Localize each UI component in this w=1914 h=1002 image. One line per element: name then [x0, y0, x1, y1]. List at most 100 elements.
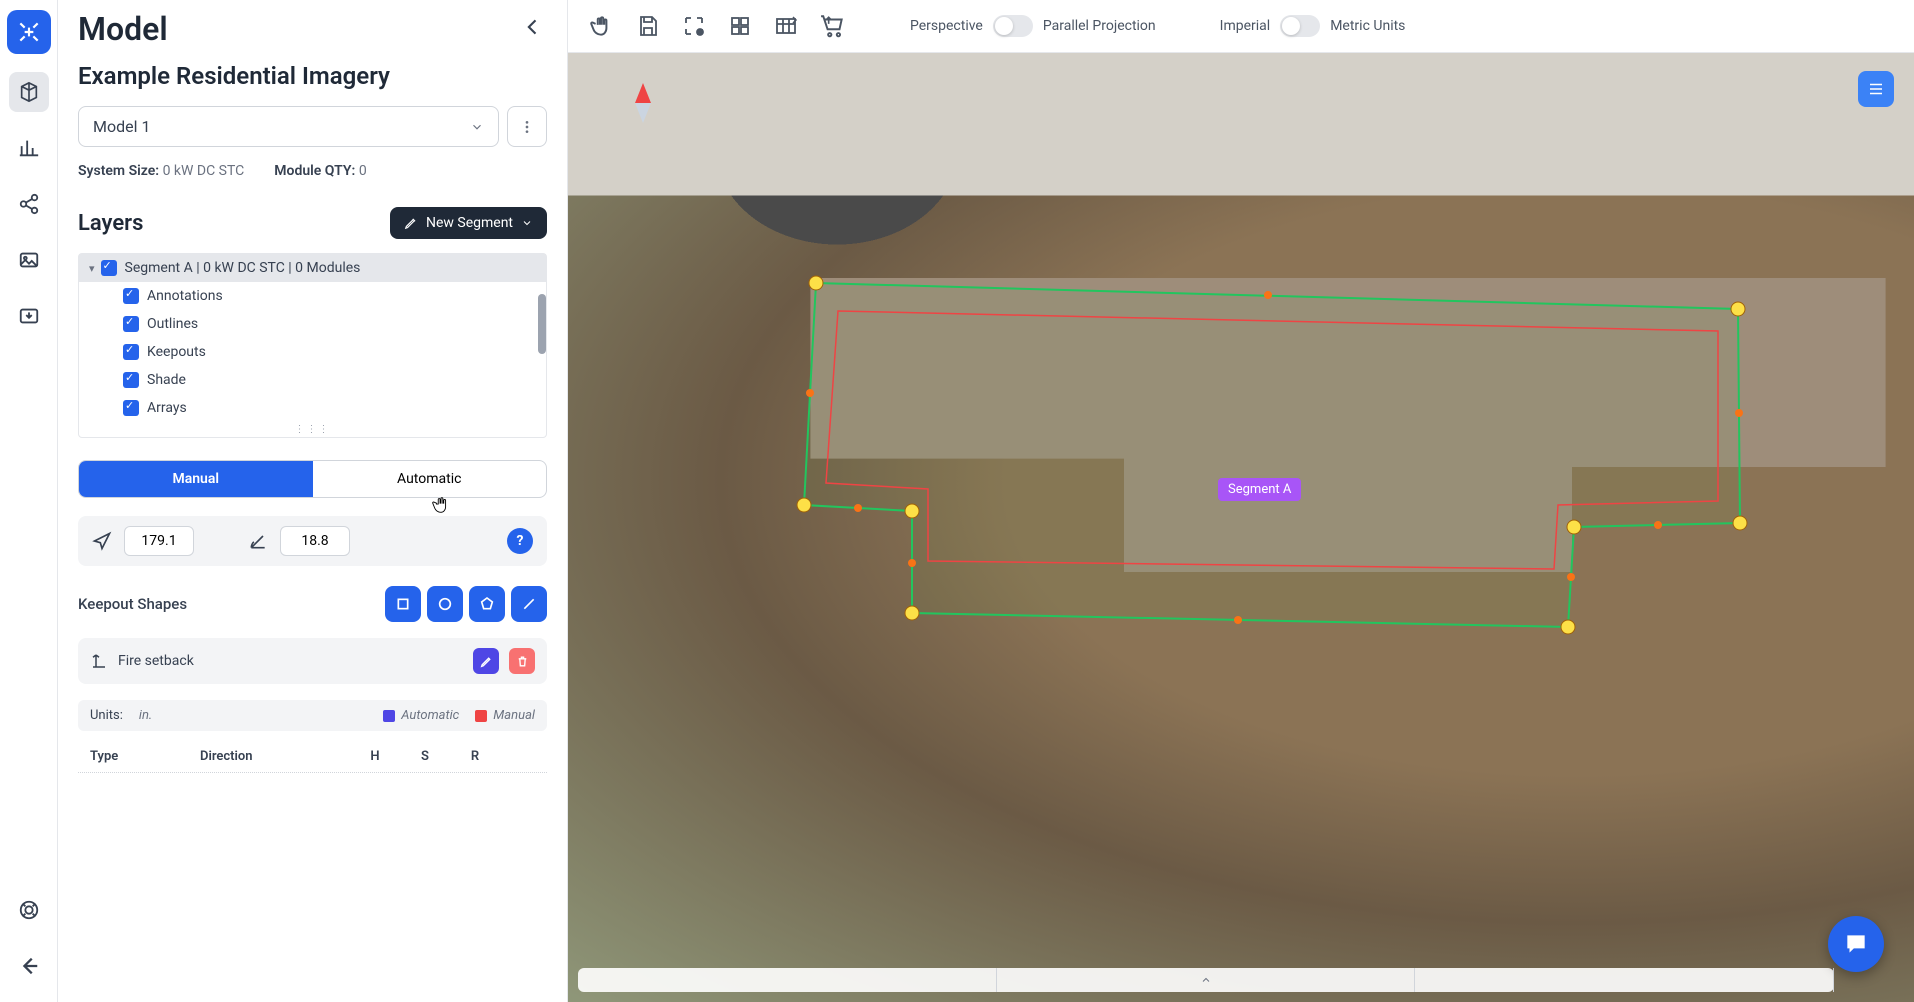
tool-grid-icon[interactable]: [728, 14, 752, 38]
pencil-icon: [404, 216, 418, 230]
shape-rectangle-button[interactable]: [385, 586, 421, 622]
scrollbar[interactable]: [538, 294, 546, 354]
chevron-up-icon: [1200, 974, 1212, 986]
project-name: Example Residential Imagery: [78, 62, 547, 90]
tree-label: Outlines: [147, 316, 198, 332]
shape-polygon-button[interactable]: [469, 586, 505, 622]
setback-icon: [90, 652, 108, 670]
tree-row[interactable]: Annotations: [79, 282, 546, 310]
tool-cart-icon[interactable]: [820, 13, 846, 39]
vertex-handle[interactable]: [905, 606, 919, 620]
new-segment-button[interactable]: New Segment: [390, 207, 547, 239]
app-logo[interactable]: [7, 10, 51, 54]
layers-tree: ▾ Segment A | 0 kW DC STC | 0 Modules An…: [78, 253, 547, 438]
legend-manual-label: Manual: [493, 708, 535, 723]
mode-automatic-tab[interactable]: Automatic: [313, 461, 547, 497]
th-h: H: [350, 749, 400, 764]
projection-toggle[interactable]: [993, 15, 1033, 37]
tree-row[interactable]: Keepouts: [79, 338, 546, 366]
edge-midpoint[interactable]: [908, 559, 916, 567]
viewport: Perspective Parallel Projection Imperial…: [568, 0, 1914, 1002]
tree-row-segment[interactable]: ▾ Segment A | 0 kW DC STC | 0 Modules: [79, 254, 546, 282]
model-menu-button[interactable]: [507, 106, 547, 147]
nav-back-icon[interactable]: [9, 946, 49, 986]
status-pane-right[interactable]: [1415, 968, 1834, 992]
chat-button[interactable]: [1828, 916, 1884, 972]
system-size-label: System Size:: [78, 163, 159, 179]
checkbox[interactable]: [101, 260, 117, 276]
edge-midpoint[interactable]: [854, 504, 862, 512]
tree-row[interactable]: Shade: [79, 366, 546, 394]
side-panel: Model Example Residential Imagery Model …: [58, 0, 568, 1002]
checkbox[interactable]: [123, 344, 139, 360]
delete-button[interactable]: [509, 648, 535, 674]
checkbox[interactable]: [123, 400, 139, 416]
tool-save-icon[interactable]: [636, 14, 660, 38]
nav-image-icon[interactable]: [9, 240, 49, 280]
caret-down-icon[interactable]: ▾: [89, 262, 95, 275]
nav-analytics-icon[interactable]: [9, 128, 49, 168]
edge-midpoint[interactable]: [1567, 573, 1575, 581]
mode-manual-tab[interactable]: Manual: [79, 461, 313, 497]
bottom-status-bar: [578, 968, 1834, 992]
edge-midpoint[interactable]: [1735, 409, 1743, 417]
tree-row[interactable]: Arrays: [79, 394, 546, 422]
vertex-handle[interactable]: [905, 504, 919, 518]
legend-auto-label: Automatic: [401, 708, 459, 723]
viewport-toolbar: Perspective Parallel Projection Imperial…: [568, 0, 1914, 53]
segment-outline[interactable]: [804, 283, 1740, 627]
model-select[interactable]: Model 1: [78, 106, 499, 147]
nav-help-icon[interactable]: [9, 890, 49, 930]
nav-3d-icon[interactable]: [9, 72, 49, 112]
vertex-handle[interactable]: [1561, 620, 1575, 634]
shape-line-button[interactable]: [511, 586, 547, 622]
edit-button[interactable]: [473, 648, 499, 674]
drag-handle-icon[interactable]: ⋮⋮⋮: [79, 422, 546, 437]
left-nav-rail: [0, 0, 58, 1002]
tool-select-icon[interactable]: [588, 13, 614, 39]
tree-row[interactable]: Outlines: [79, 310, 546, 338]
3d-canvas[interactable]: Segment A: [568, 53, 1914, 1002]
compass-arrow-icon: [92, 531, 112, 551]
segment-label-badge[interactable]: Segment A: [1218, 478, 1301, 501]
status-pane-left[interactable]: [578, 968, 997, 992]
checkbox[interactable]: [123, 288, 139, 304]
shape-circle-button[interactable]: [427, 586, 463, 622]
new-segment-label: New Segment: [426, 215, 513, 231]
edge-midpoint[interactable]: [1654, 521, 1662, 529]
tilt-input[interactable]: [280, 526, 350, 556]
collapse-panel-button[interactable]: [519, 13, 547, 46]
tool-screenshot-icon[interactable]: [682, 14, 706, 38]
setback-table-header: Type Direction H S R: [78, 741, 547, 773]
parallel-label: Parallel Projection: [1043, 18, 1156, 34]
vertex-handle[interactable]: [1567, 520, 1581, 534]
fire-setback-row: Fire setback: [78, 638, 547, 684]
nav-download-icon[interactable]: [9, 296, 49, 336]
imperial-label: Imperial: [1220, 18, 1271, 34]
checkbox[interactable]: [123, 372, 139, 388]
chevron-down-icon: [470, 120, 484, 134]
vertex-handle[interactable]: [797, 498, 811, 512]
checkbox[interactable]: [123, 316, 139, 332]
module-qty-value: 0: [359, 163, 367, 179]
legend-color-auto: [383, 710, 395, 722]
edge-midpoint[interactable]: [806, 389, 814, 397]
system-size-value: 0 kW DC STC: [163, 163, 245, 179]
help-button[interactable]: ?: [507, 528, 533, 554]
vertex-handle[interactable]: [809, 276, 823, 290]
azimuth-input[interactable]: [124, 526, 194, 556]
vertex-handle[interactable]: [1733, 516, 1747, 530]
perspective-label: Perspective: [910, 18, 983, 34]
tool-table-icon[interactable]: [774, 14, 798, 38]
nav-share-icon[interactable]: [9, 184, 49, 224]
map-layers-button[interactable]: [1858, 71, 1894, 107]
th-direction: Direction: [200, 749, 350, 764]
edge-midpoint[interactable]: [1234, 616, 1242, 624]
units-value: in.: [139, 708, 367, 723]
vertex-handle[interactable]: [1731, 302, 1745, 316]
tree-label: Shade: [147, 372, 186, 388]
legend-color-manual: [475, 710, 487, 722]
units-toggle[interactable]: [1280, 15, 1320, 37]
edge-midpoint[interactable]: [1264, 291, 1272, 299]
status-pane-center[interactable]: [997, 968, 1416, 992]
